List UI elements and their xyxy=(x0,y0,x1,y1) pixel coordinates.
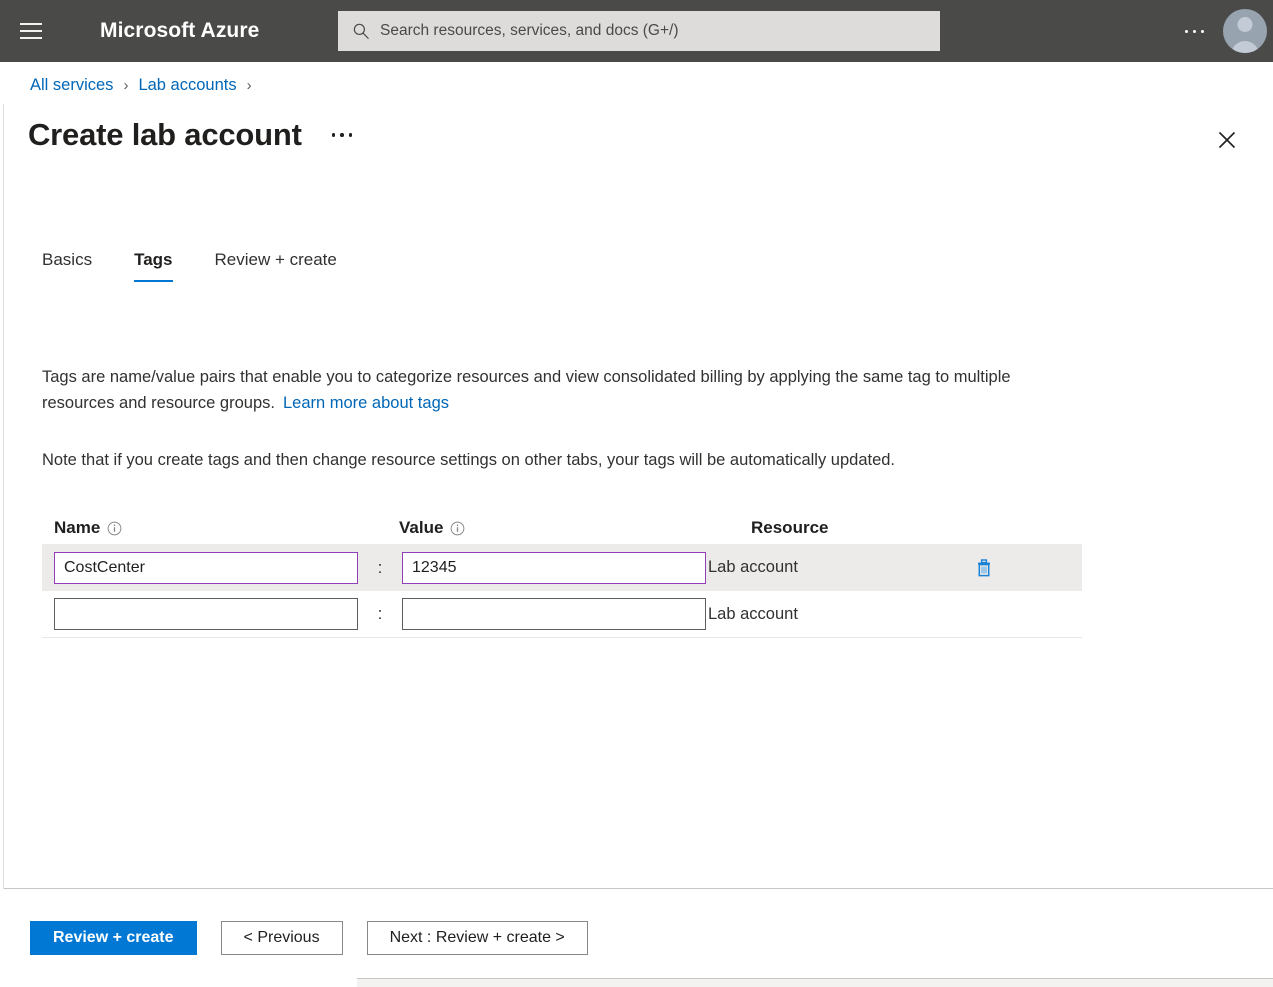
tag-name-input-1[interactable] xyxy=(54,598,358,630)
tag-separator-1: : xyxy=(358,604,402,624)
top-bar-more-button[interactable] xyxy=(1171,8,1217,54)
column-header-resource: Resource xyxy=(751,518,951,538)
tags-description: Tags are name/value pairs that enable yo… xyxy=(42,364,1062,416)
column-header-value-label: Value xyxy=(399,518,443,538)
top-bar-actions xyxy=(1171,0,1273,62)
wizard-footer: Review + create < Previous Next : Review… xyxy=(0,889,1273,987)
user-avatar-icon xyxy=(1238,17,1253,32)
create-lab-account-blade: All services › Lab accounts › Create lab… xyxy=(0,62,1273,987)
column-header-name: Name xyxy=(54,518,399,538)
tags-table: Name Value Resource : xyxy=(42,512,1082,638)
tag-name-input-0[interactable] xyxy=(54,552,358,584)
blade-more-button[interactable] xyxy=(326,123,359,147)
horizontal-scrollbar[interactable] xyxy=(357,978,1273,987)
breadcrumb-item-all-services[interactable]: All services xyxy=(30,76,113,95)
global-search-box[interactable]: Search resources, services, and docs (G+… xyxy=(338,11,940,51)
wizard-tabs: Basics Tags Review + create xyxy=(42,240,379,282)
tab-basics[interactable]: Basics xyxy=(42,250,92,282)
tags-table-header: Name Value Resource xyxy=(42,512,1082,544)
breadcrumb-separator-icon: › xyxy=(123,77,128,94)
tag-resource-1: Lab account xyxy=(706,605,961,624)
next-button[interactable]: Next : Review + create > xyxy=(367,921,588,955)
avatar[interactable] xyxy=(1223,9,1267,53)
close-icon xyxy=(1217,130,1237,150)
breadcrumb: All services › Lab accounts › xyxy=(30,76,262,95)
tag-separator-0: : xyxy=(358,558,402,578)
column-header-name-label: Name xyxy=(54,518,100,538)
review-create-button[interactable]: Review + create xyxy=(30,921,197,955)
blade-left-divider xyxy=(3,104,4,987)
column-header-value: Value xyxy=(399,518,751,538)
info-icon[interactable] xyxy=(107,521,122,536)
global-search-input-placeholder: Search resources, services, and docs (G+… xyxy=(380,22,679,40)
tag-resource-0: Lab account xyxy=(706,558,961,577)
azure-top-bar: Microsoft Azure Search resources, servic… xyxy=(0,0,1273,62)
ellipsis-icon xyxy=(1185,30,1204,33)
info-icon[interactable] xyxy=(450,521,465,536)
table-row: : Lab account xyxy=(42,591,1082,638)
close-blade-button[interactable] xyxy=(1211,124,1243,156)
hamburger-menu-button[interactable] xyxy=(0,0,62,62)
tab-review-create[interactable]: Review + create xyxy=(215,250,337,282)
search-icon xyxy=(352,22,370,40)
tag-value-input-1[interactable] xyxy=(402,598,706,630)
tags-note: Note that if you create tags and then ch… xyxy=(42,447,1082,473)
avatar-body-shape xyxy=(1231,41,1259,53)
table-row: : Lab account xyxy=(42,544,1082,591)
title-row: Create lab account xyxy=(28,117,358,153)
breadcrumb-separator-icon-2: › xyxy=(247,77,252,94)
tags-description-text: Tags are name/value pairs that enable yo… xyxy=(42,368,1011,412)
previous-button[interactable]: < Previous xyxy=(221,921,343,955)
tag-value-input-0[interactable] xyxy=(402,552,706,584)
hamburger-icon xyxy=(20,18,42,44)
learn-more-about-tags-link[interactable]: Learn more about tags xyxy=(283,394,449,412)
brand-logo-text[interactable]: Microsoft Azure xyxy=(100,19,259,43)
page-title: Create lab account xyxy=(28,117,302,153)
breadcrumb-item-lab-accounts[interactable]: Lab accounts xyxy=(138,76,236,95)
trash-icon xyxy=(973,557,995,579)
delete-tag-button-0[interactable] xyxy=(969,553,999,583)
tab-tags[interactable]: Tags xyxy=(134,250,172,282)
